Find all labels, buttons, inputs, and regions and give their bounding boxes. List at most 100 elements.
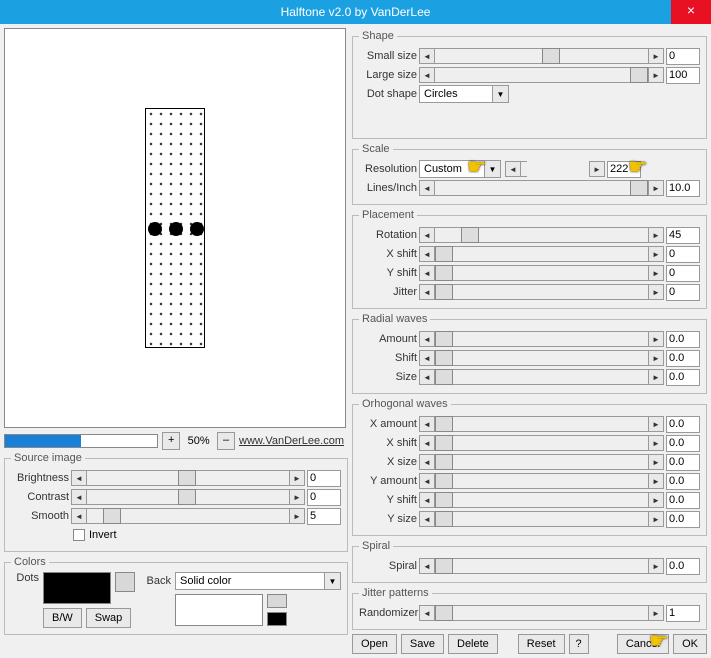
contrast-dec[interactable]: ◄	[71, 489, 87, 505]
yshift-value[interactable]: 0	[666, 265, 700, 282]
o-yshift-dec[interactable]: ◄	[419, 492, 435, 508]
yshift-slider[interactable]	[435, 265, 648, 281]
r-size-dec[interactable]: ◄	[419, 369, 435, 385]
randomizer-slider[interactable]	[435, 605, 648, 621]
rotation-slider[interactable]	[435, 227, 648, 243]
contrast-value[interactable]: 0	[307, 489, 341, 506]
xshift-inc[interactable]: ►	[648, 246, 664, 262]
randomizer-inc[interactable]: ►	[648, 605, 664, 621]
brightness-inc[interactable]: ►	[289, 470, 305, 486]
r-size-value[interactable]: 0.0	[666, 369, 700, 386]
o-xsize-inc[interactable]: ►	[648, 454, 664, 470]
xshift-value[interactable]: 0	[666, 246, 700, 263]
spiral-value[interactable]: 0.0	[666, 558, 700, 575]
smallsize-inc[interactable]: ►	[648, 48, 664, 64]
r-shift-dec[interactable]: ◄	[419, 350, 435, 366]
smallsize-dec[interactable]: ◄	[419, 48, 435, 64]
brightness-value[interactable]: 0	[307, 470, 341, 487]
randomizer-dec[interactable]: ◄	[419, 605, 435, 621]
r-size-slider[interactable]	[435, 369, 648, 385]
o-yshift-slider[interactable]	[435, 492, 648, 508]
smallsize-slider[interactable]	[435, 48, 648, 64]
smooth-dec[interactable]: ◄	[71, 508, 87, 524]
zoom-in-button[interactable]: +	[162, 432, 180, 450]
r-amount-dec[interactable]: ◄	[419, 331, 435, 347]
rotation-dec[interactable]: ◄	[419, 227, 435, 243]
r-shift-slider[interactable]	[435, 350, 648, 366]
r-amount-inc[interactable]: ►	[648, 331, 664, 347]
swap-button[interactable]: Swap	[86, 608, 132, 628]
back-alt1-swatch[interactable]	[267, 594, 287, 608]
o-xsize-slider[interactable]	[435, 454, 648, 470]
largesize-value[interactable]: 100	[666, 67, 700, 84]
r-amount-value[interactable]: 0.0	[666, 331, 700, 348]
jitter-slider[interactable]	[435, 284, 648, 300]
back-mode-combo[interactable]: Solid color ▼	[175, 572, 341, 590]
dots-color-swatch[interactable]	[43, 572, 111, 604]
close-button[interactable]: ×	[671, 0, 711, 24]
randomizer-value[interactable]: 1	[666, 605, 700, 622]
spiral-slider[interactable]	[435, 558, 648, 574]
o-ysize-value[interactable]: 0.0	[666, 511, 700, 528]
lpi-inc[interactable]: ►	[648, 180, 664, 196]
jitter-inc[interactable]: ►	[648, 284, 664, 300]
yshift-dec[interactable]: ◄	[419, 265, 435, 281]
o-xshift-slider[interactable]	[435, 435, 648, 451]
lpi-slider[interactable]	[435, 180, 648, 196]
bw-button[interactable]: B/W	[43, 608, 82, 628]
resolution-slider[interactable]	[521, 161, 527, 177]
back-color-swatch[interactable]	[175, 594, 263, 626]
ok-button[interactable]: OK	[673, 634, 707, 654]
resolution-combo[interactable]: Custom ▼	[419, 160, 501, 178]
yshift-inc[interactable]: ►	[648, 265, 664, 281]
brightness-dec[interactable]: ◄	[71, 470, 87, 486]
o-xsize-dec[interactable]: ◄	[419, 454, 435, 470]
lpi-dec[interactable]: ◄	[419, 180, 435, 196]
resolution-inc[interactable]: ►	[589, 161, 605, 177]
o-yamount-inc[interactable]: ►	[648, 473, 664, 489]
r-shift-inc[interactable]: ►	[648, 350, 664, 366]
o-yamount-value[interactable]: 0.0	[666, 473, 700, 490]
delete-button[interactable]: Delete	[448, 634, 498, 654]
o-xamount-slider[interactable]	[435, 416, 648, 432]
o-xamount-inc[interactable]: ►	[648, 416, 664, 432]
contrast-slider[interactable]	[87, 489, 289, 505]
smallsize-value[interactable]: 0	[666, 48, 700, 65]
o-yamount-dec[interactable]: ◄	[419, 473, 435, 489]
rotation-value[interactable]: 45	[666, 227, 700, 244]
dotshape-combo[interactable]: Circles ▼	[419, 85, 509, 103]
help-button[interactable]: ?	[569, 634, 589, 654]
o-yshift-inc[interactable]: ►	[648, 492, 664, 508]
o-ysize-slider[interactable]	[435, 511, 648, 527]
resolution-num[interactable]: 222	[607, 161, 641, 178]
o-xamount-dec[interactable]: ◄	[419, 416, 435, 432]
largesize-slider[interactable]	[435, 67, 648, 83]
o-xshift-value[interactable]: 0.0	[666, 435, 700, 452]
o-yamount-slider[interactable]	[435, 473, 648, 489]
o-ysize-inc[interactable]: ►	[648, 511, 664, 527]
r-amount-slider[interactable]	[435, 331, 648, 347]
invert-checkbox[interactable]	[73, 529, 85, 541]
r-shift-value[interactable]: 0.0	[666, 350, 700, 367]
spiral-dec[interactable]: ◄	[419, 558, 435, 574]
zoom-out-button[interactable]: –	[217, 432, 235, 450]
largesize-inc[interactable]: ►	[648, 67, 664, 83]
cancel-button[interactable]: Cancel	[617, 634, 669, 654]
largesize-dec[interactable]: ◄	[419, 67, 435, 83]
resolution-dec[interactable]: ◄	[505, 161, 521, 177]
lpi-value[interactable]: 10.0	[666, 180, 700, 197]
o-xshift-inc[interactable]: ►	[648, 435, 664, 451]
brightness-slider[interactable]	[87, 470, 289, 486]
o-xamount-value[interactable]: 0.0	[666, 416, 700, 433]
xshift-dec[interactable]: ◄	[419, 246, 435, 262]
o-xshift-dec[interactable]: ◄	[419, 435, 435, 451]
reset-button[interactable]: Reset	[518, 634, 565, 654]
contrast-inc[interactable]: ►	[289, 489, 305, 505]
smooth-slider[interactable]	[87, 508, 289, 524]
save-button[interactable]: Save	[401, 634, 444, 654]
rotation-inc[interactable]: ►	[648, 227, 664, 243]
website-link[interactable]: www.VanDerLee.com	[239, 435, 344, 447]
spiral-inc[interactable]: ►	[648, 558, 664, 574]
xshift-slider[interactable]	[435, 246, 648, 262]
jitter-value[interactable]: 0	[666, 284, 700, 301]
